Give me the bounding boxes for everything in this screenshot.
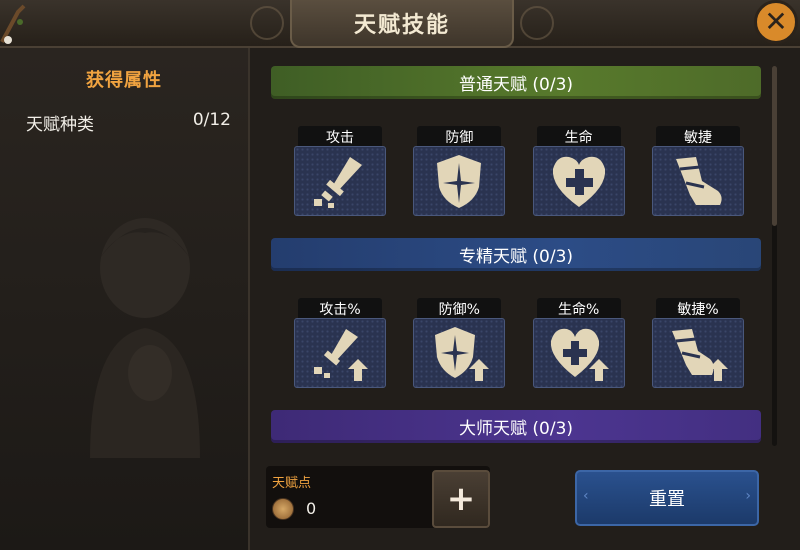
panel-title: 获得属性 — [86, 70, 162, 91]
talent-points-value: 0 — [306, 499, 317, 518]
scrollbar[interactable] — [772, 66, 777, 446]
skill-slot — [294, 318, 386, 388]
stat-value: 0/12 — [192, 110, 231, 130]
heart-up-icon — [550, 328, 609, 381]
skill-defense[interactable]: 防御 — [413, 126, 506, 216]
section-title: 大师天赋 (0/3) — [458, 419, 574, 439]
skill-row-specialist: 攻击% 防御% 生命% 敏捷% — [294, 298, 744, 388]
boot-up-icon — [671, 329, 728, 381]
shield-icon — [437, 155, 482, 208]
chevron-left-icon: ‹ — [583, 488, 589, 504]
skill-label: 攻击 — [298, 126, 382, 148]
sword-icon — [314, 157, 362, 208]
skill-label: 防御% — [417, 298, 502, 320]
skill-agility[interactable]: 敏捷 — [651, 126, 744, 216]
scrollbar-thumb[interactable] — [772, 66, 777, 226]
title-plate: 天赋技能 — [290, 0, 514, 48]
hero-silhouette-icon — [90, 218, 200, 458]
skill-slot — [532, 318, 625, 388]
skill-label: 生命% — [536, 298, 621, 320]
plus-icon: + — [446, 479, 476, 519]
skill-defense-percent[interactable]: 防御% — [413, 298, 506, 388]
coin-icon — [272, 498, 294, 520]
add-talent-points-button[interactable]: + — [432, 470, 490, 528]
branch-icon — [0, 4, 26, 44]
talent-window: 天赋技能 ✕ 获得属性 天赋种类 0/12 普通天赋 (0/3) 攻击 防御 生… — [0, 0, 800, 550]
skill-label: 敏捷 — [655, 126, 740, 148]
shield-up-icon — [435, 327, 490, 381]
title-bar: 天赋技能 ✕ — [0, 0, 800, 48]
close-icon: ✕ — [764, 5, 788, 38]
talent-points-label: 天赋点 — [272, 476, 312, 491]
stat-row: 天赋种类 0/12 — [26, 110, 231, 135]
boot-icon — [675, 157, 722, 205]
skill-slot — [651, 318, 744, 388]
skill-agility-percent[interactable]: 敏捷% — [651, 298, 744, 388]
reset-button[interactable]: ‹ 重置 › — [575, 470, 759, 526]
skill-row-normal: 攻击 防御 生命 敏捷 — [294, 126, 744, 216]
skill-label: 敏捷% — [655, 298, 740, 320]
skill-health[interactable]: 生命 — [532, 126, 625, 216]
skill-label: 攻击% — [298, 298, 382, 320]
ornament-icon — [250, 6, 284, 40]
close-button[interactable]: ✕ — [754, 0, 798, 44]
section-header-normal: 普通天赋 (0/3) — [271, 66, 761, 99]
reset-label: 重置 — [649, 489, 685, 510]
stat-label: 天赋种类 — [26, 115, 94, 135]
section-header-specialist: 专精天赋 (0/3) — [271, 238, 761, 271]
skill-slot — [651, 146, 744, 216]
section-header-master: 大师天赋 (0/3) — [271, 410, 761, 443]
heart-icon — [552, 156, 605, 207]
window-title: 天赋技能 — [353, 13, 450, 38]
skill-label: 防御 — [417, 126, 502, 148]
sword-up-icon — [314, 329, 368, 381]
skill-slot — [294, 146, 386, 216]
skill-slot — [413, 318, 506, 388]
ornament-icon — [520, 6, 554, 40]
skill-label: 生命 — [536, 126, 621, 148]
attributes-panel: 获得属性 天赋种类 0/12 — [0, 48, 250, 550]
talent-scroll-area[interactable]: 普通天赋 (0/3) 攻击 防御 生命 敏捷 专精天赋 (0/3) 攻击% 防御… — [256, 56, 776, 446]
skill-attack[interactable]: 攻击 — [294, 126, 386, 216]
skill-slot — [413, 146, 506, 216]
section-title: 专精天赋 (0/3) — [458, 247, 574, 267]
skill-health-percent[interactable]: 生命% — [532, 298, 625, 388]
skill-slot — [532, 146, 625, 216]
section-title: 普通天赋 (0/3) — [458, 75, 574, 95]
skill-attack-percent[interactable]: 攻击% — [294, 298, 386, 388]
chevron-right-icon: › — [745, 488, 751, 504]
